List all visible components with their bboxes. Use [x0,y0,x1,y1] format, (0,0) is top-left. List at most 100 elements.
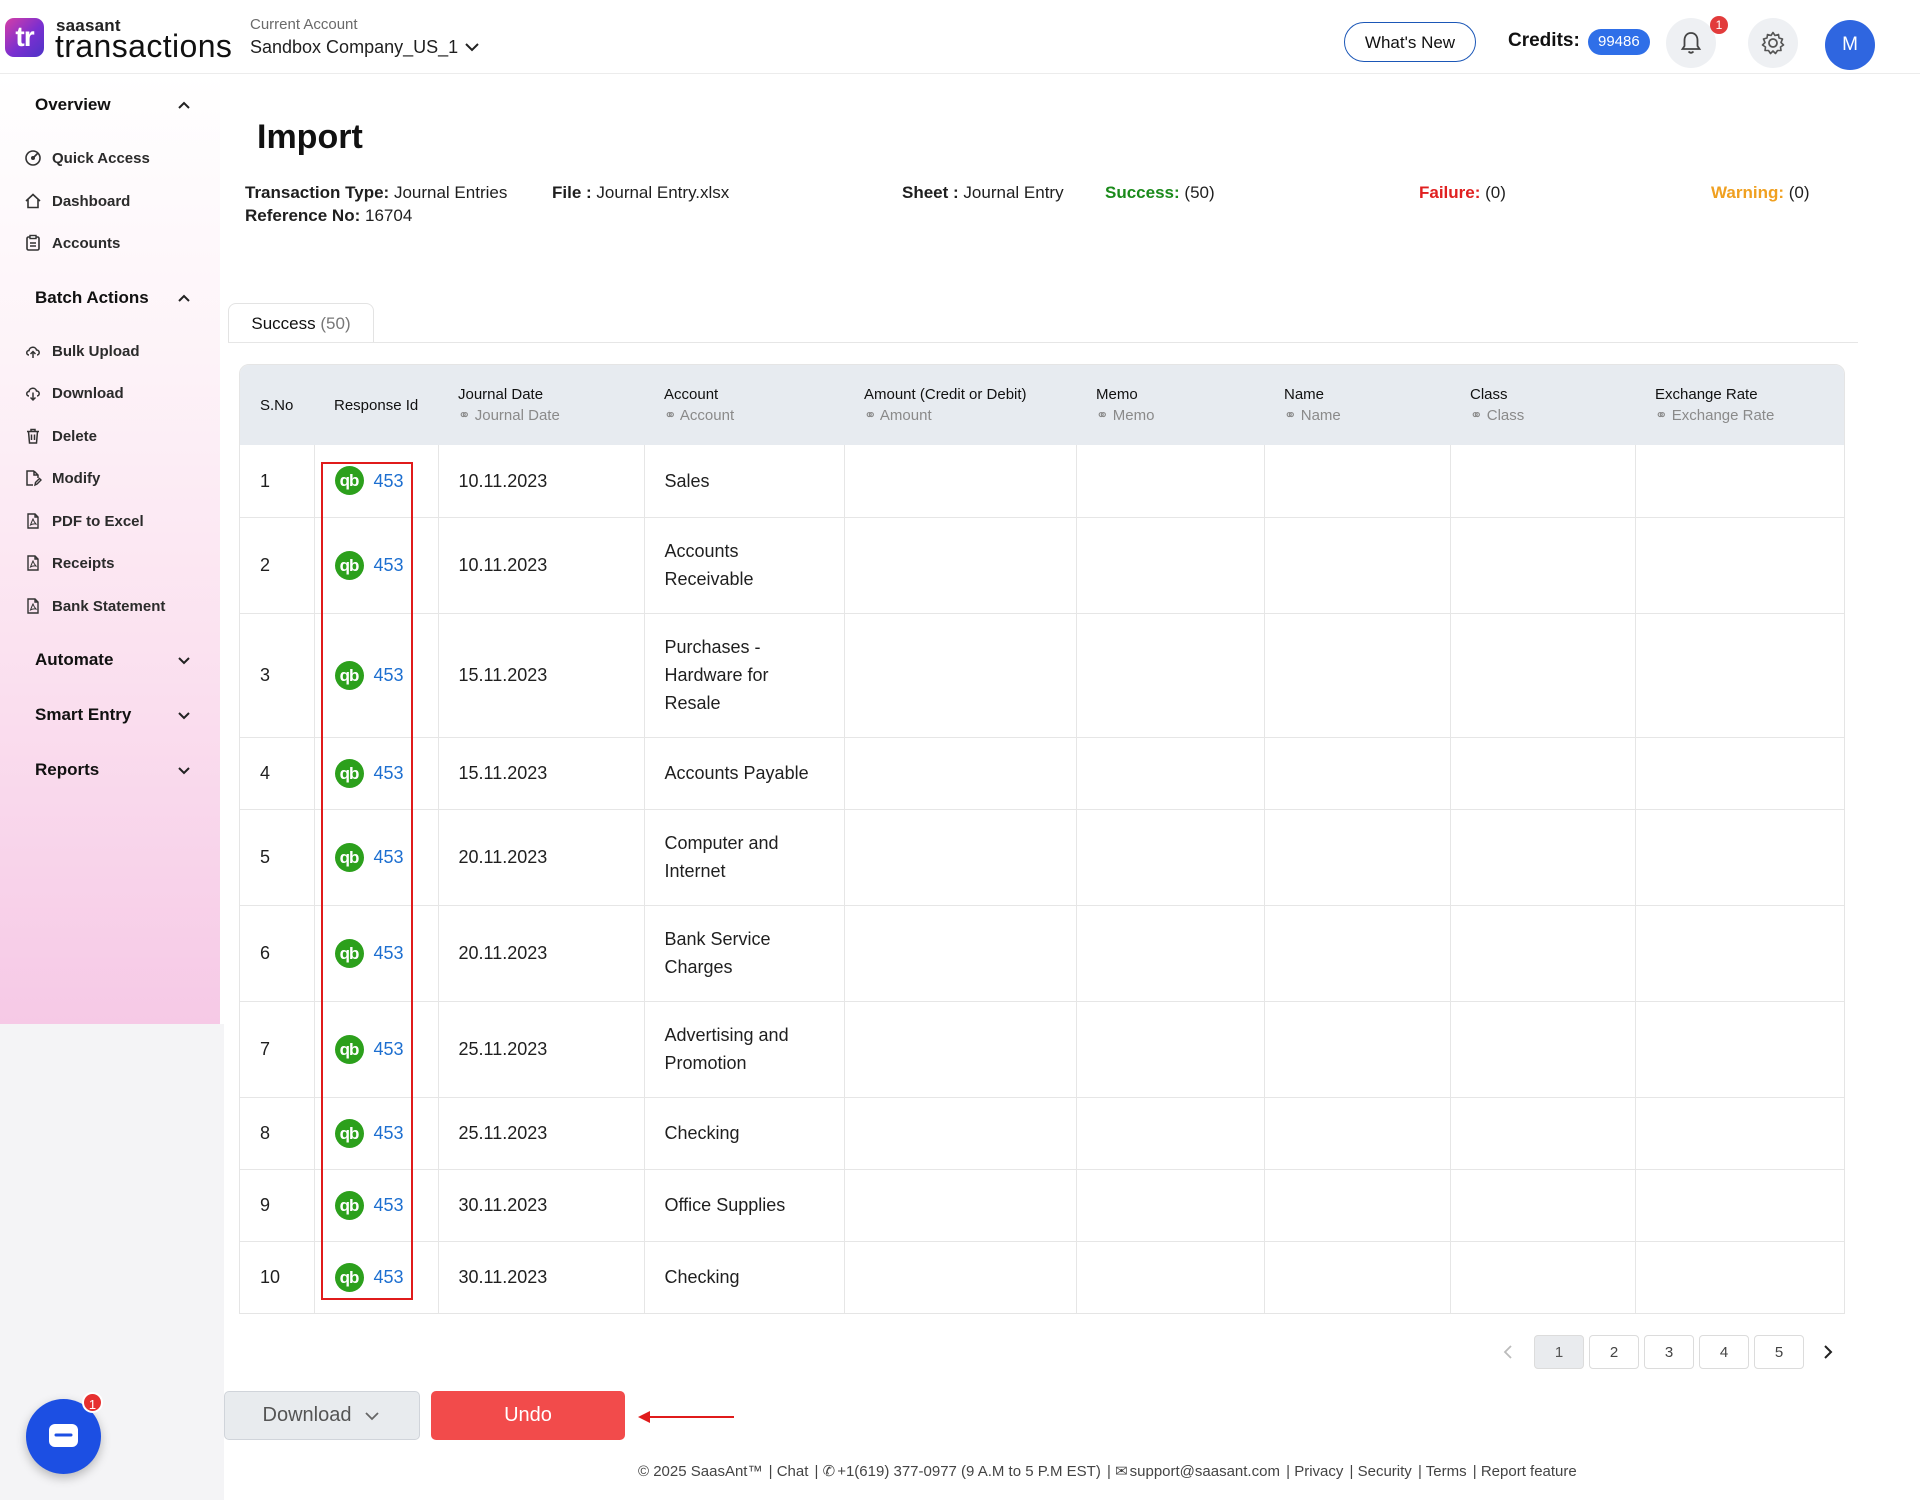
cell-exchange-rate [1635,613,1844,738]
undo-button[interactable]: Undo [431,1391,625,1440]
prev-page-icon[interactable] [1498,1342,1518,1362]
arrow-left-icon [638,1411,734,1423]
chevron-down-icon[interactable] [176,762,192,778]
sheet-label: Sheet : [902,183,959,202]
cell-exchange-rate [1635,445,1844,518]
sidebar-section-automate[interactable]: Automate [35,650,113,670]
cell-class [1450,445,1636,518]
sidebar-item-dashboard[interactable]: Dashboard [24,189,130,213]
tab-success[interactable]: Success (50) [228,303,374,343]
sidebar-item-bulk-upload[interactable]: Bulk Upload [24,339,140,363]
sidebar-item-modify[interactable]: Modify [24,466,100,490]
page-button-1[interactable]: 1 [1534,1335,1584,1369]
page-button-2[interactable]: 2 [1589,1335,1639,1369]
warning-value: (0) [1788,183,1810,202]
sidebar-item-bank-statement[interactable]: Bank Statement [24,594,165,618]
sidebar-item-label: Quick Access [52,149,150,167]
chevron-down-icon[interactable] [462,37,482,57]
response-id-highlight [321,462,413,1300]
cell-journal-date: 20.11.2023 [438,905,645,1002]
chevron-down-icon [365,1411,380,1420]
footer-email[interactable]: support@saasant.com [1130,1463,1280,1480]
sidebar-section-reports[interactable]: Reports [35,760,99,780]
sidebar-section-smart-entry[interactable]: Smart Entry [35,705,131,725]
footer-security-link[interactable]: Security [1358,1463,1412,1480]
column-header-amount: Amount (Credit or Debit) ⚭ Amount [864,386,1027,424]
link-icon: ⚭ [664,407,677,424]
sidebar-item-accounts[interactable]: Accounts [24,231,120,255]
warning-count: Warning: (0) [1711,183,1810,203]
footer-privacy-link[interactable]: Privacy [1294,1463,1343,1480]
cell-sno: 1 [240,445,315,518]
next-page-icon[interactable] [1818,1342,1838,1362]
sidebar-item-label: PDF to Excel [52,512,144,530]
cell-class [1450,905,1636,1002]
table-header-row: S.No Response Id Journal Date ⚭ Journal D… [240,365,1844,445]
settings-button[interactable] [1748,18,1798,68]
cell-name [1264,1001,1451,1098]
footer-report-link[interactable]: Report feature [1481,1463,1577,1480]
cloud-upload-icon [26,346,40,358]
file-label: File : [552,183,592,202]
page-title: Import [257,118,363,156]
cell-class [1450,809,1636,906]
cloud-download-icon [26,387,40,402]
clipboard-icon [26,234,40,251]
cell-amount [844,517,1077,614]
sidebar-section-batch-actions[interactable]: Batch Actions [35,288,149,308]
sidebar-item-label: Accounts [52,234,121,252]
edit-file-icon [26,470,42,487]
cell-memo [1076,1001,1265,1098]
whats-new-button[interactable]: What's New [1344,22,1476,62]
cell-memo [1076,517,1265,614]
page-button-5[interactable]: 5 [1754,1335,1804,1369]
chevron-up-icon[interactable] [176,98,192,114]
current-account-value[interactable]: Sandbox Company_US_1 [250,37,458,58]
cell-sno: 3 [240,613,315,738]
sidebar-item-label: Download [52,384,124,402]
warning-label: Warning: [1711,183,1785,202]
cell-journal-date: 15.11.2023 [438,737,645,810]
link-icon: ⚭ [1096,407,1109,424]
sidebar-item-quick-access[interactable]: Quick Access [24,146,150,170]
sidebar-item-receipts[interactable]: Receipts [24,551,115,575]
footer-phone[interactable]: +1(619) 377-0977 (9 A.M to 5 P.M EST) [837,1463,1101,1480]
chevron-down-icon[interactable] [176,707,192,723]
footer-terms-link[interactable]: Terms [1426,1463,1467,1480]
cell-memo [1076,1169,1265,1242]
table-row: 4 qb 453 15.11.2023 Accounts Payable [240,737,1844,810]
cell-sno: 6 [240,905,315,1002]
page-button-4[interactable]: 4 [1699,1335,1749,1369]
user-avatar[interactable]: M [1825,20,1875,70]
mail-icon: ✉ [1115,1463,1128,1480]
cell-journal-date: 20.11.2023 [438,809,645,906]
table-row: 1 qb 453 10.11.2023 Sales [240,445,1844,518]
transaction-type: Transaction Type: Journal Entries [245,183,507,203]
success-label: Success: [1105,183,1180,202]
cell-name [1264,1097,1451,1170]
sidebar-item-delete[interactable]: Delete [24,424,97,448]
sidebar-section-overview[interactable]: Overview [35,95,111,115]
cell-journal-date: 10.11.2023 [438,445,645,518]
notifications-button[interactable] [1666,18,1716,68]
sidebar-item-label: Dashboard [52,192,131,210]
link-icon: ⚭ [1470,407,1483,424]
cell-memo [1076,1241,1265,1313]
sidebar-item-download[interactable]: Download [24,381,124,405]
cell-amount [844,1241,1077,1313]
cell-memo [1076,613,1265,738]
page-button-3[interactable]: 3 [1644,1335,1694,1369]
chevron-up-icon[interactable] [176,291,192,307]
reference-value: 16704 [365,206,413,225]
chat-unread-badge: 1 [82,1392,103,1413]
download-dropdown-button[interactable]: Download [224,1391,420,1440]
footer-chat-link[interactable]: Chat [777,1463,809,1480]
column-header-class: Class ⚭ Class [1470,386,1525,424]
failure-value: (0) [1485,183,1506,202]
cell-account: Bank Service Charges [644,905,845,1002]
sidebar-item-pdf-to-excel[interactable]: PDF to Excel [24,509,144,533]
cell-name [1264,737,1451,810]
chevron-down-icon[interactable] [176,652,192,668]
cell-exchange-rate [1635,737,1844,810]
cell-memo [1076,905,1265,1002]
